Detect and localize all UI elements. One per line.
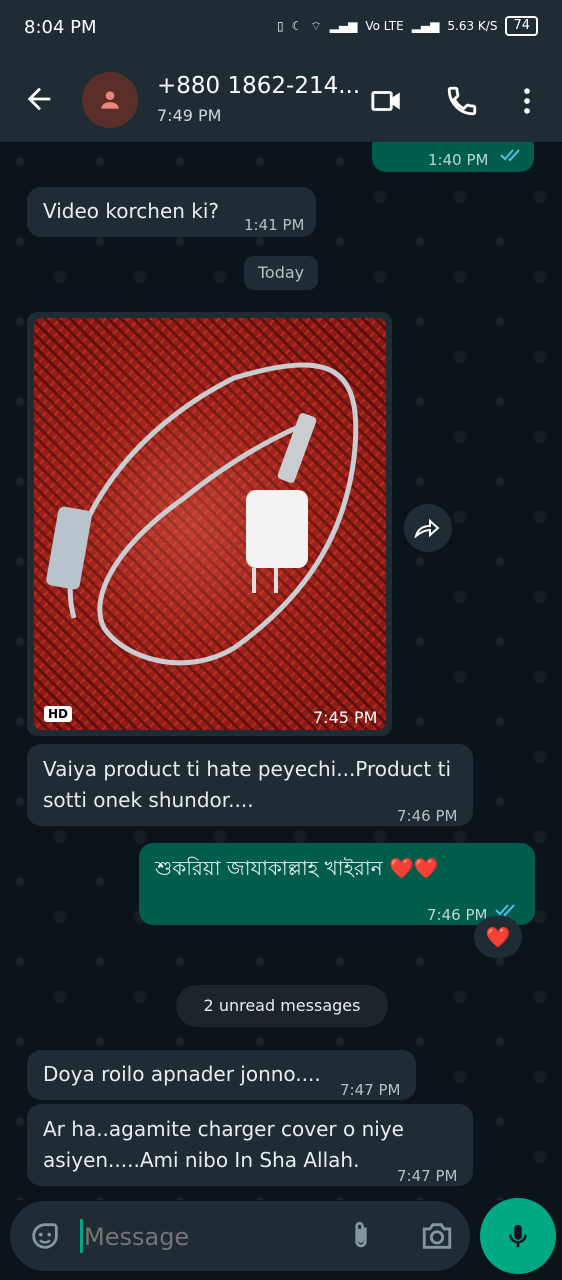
message-text: Ar ha..agamite charger cover o niye asiy…: [43, 1117, 404, 1172]
message-text: শুকরিয়া জাযাকাল্লাহ খাইরান ❤️❤️: [155, 856, 439, 880]
signal-icon: ▂▄▆: [329, 19, 358, 33]
reaction-badge[interactable]: ❤️: [474, 916, 522, 958]
message-incoming[interactable]: Ar ha..agamite charger cover o niye asiy…: [27, 1104, 473, 1186]
message-incoming[interactable]: Video korchen ki? 1:41 PM: [27, 187, 316, 237]
message-time: 7:47 PM: [340, 1081, 401, 1099]
status-bar: 8:04 PM ▯ ☾ ⌔ ▂▄▆ Vo LTE ▂▄▆ 5.63 K/S 74: [0, 0, 562, 58]
unread-banner: 2 unread messages: [176, 985, 388, 1027]
chat-area[interactable]: 1:40 PM Video korchen ki? 1:41 PM Today …: [0, 142, 562, 1200]
sticker-icon[interactable]: [28, 1219, 62, 1253]
charger-image: [46, 362, 359, 666]
camera-icon[interactable]: [420, 1219, 454, 1253]
vibrate-icon: ▯: [276, 19, 284, 33]
message-outgoing[interactable]: 1:40 PM: [372, 142, 534, 172]
message-incoming[interactable]: Doya roilo apnader jonno.... 7:47 PM: [27, 1050, 416, 1100]
video-call-icon[interactable]: [370, 84, 404, 118]
mic-button[interactable]: [480, 1198, 556, 1274]
forward-icon: [414, 518, 440, 538]
photo-charger[interactable]: [34, 318, 386, 730]
message-text: Video korchen ki?: [43, 199, 220, 223]
message-time: 1:41 PM: [244, 216, 305, 234]
mic-icon: [509, 1224, 527, 1248]
message-time: 1:40 PM: [428, 151, 489, 169]
status-icons: ▯ ☾ ⌔ ▂▄▆ Vo LTE ▂▄▆ 5.63 K/S 74: [277, 16, 538, 36]
wifi-icon: ⌔: [310, 18, 322, 33]
network-type: Vo LTE: [365, 19, 404, 33]
person-icon: [101, 91, 119, 109]
message-time: 7:47 PM: [397, 1167, 458, 1185]
message-input[interactable]: [82, 1201, 336, 1273]
arrow-left-icon[interactable]: [22, 82, 56, 116]
network-speed: 5.63 K/S: [447, 19, 498, 33]
date-separator: Today: [244, 256, 318, 290]
read-ticks-icon: [500, 149, 520, 162]
avatar[interactable]: [82, 72, 138, 128]
read-ticks-icon: [495, 904, 515, 917]
paperclip-icon[interactable]: [344, 1219, 378, 1253]
status-time: 8:04 PM: [24, 17, 97, 38]
moon-icon: ☾: [291, 19, 303, 33]
more-vert-icon[interactable]: [510, 84, 544, 118]
signal-icon-2: ▂▄▆: [411, 19, 440, 33]
hd-badge: HD: [44, 706, 73, 722]
message-outgoing[interactable]: শুকরিয়া জাযাকাল্লাহ খাইরান ❤️❤️ 7:46 PM: [139, 843, 535, 925]
message-time: 7:45 PM: [313, 708, 378, 727]
last-seen: 7:49 PM: [157, 106, 222, 125]
battery-level: 74: [505, 16, 538, 36]
forward-button[interactable]: [404, 504, 452, 552]
message-composer: [10, 1201, 470, 1273]
message-text: Vaiya product ti hate peyechi...Product …: [43, 757, 451, 812]
chat-header: +880 1862-214... 7:49 PM: [0, 58, 562, 142]
message-text: Doya roilo apnader jonno....: [43, 1062, 321, 1086]
message-time: 7:46 PM: [397, 807, 458, 825]
heart-icon: ❤️: [485, 925, 511, 949]
message-incoming[interactable]: Vaiya product ti hate peyechi...Product …: [27, 744, 473, 826]
contact-name[interactable]: +880 1862-214...: [157, 73, 360, 99]
phone-icon[interactable]: [445, 84, 479, 118]
